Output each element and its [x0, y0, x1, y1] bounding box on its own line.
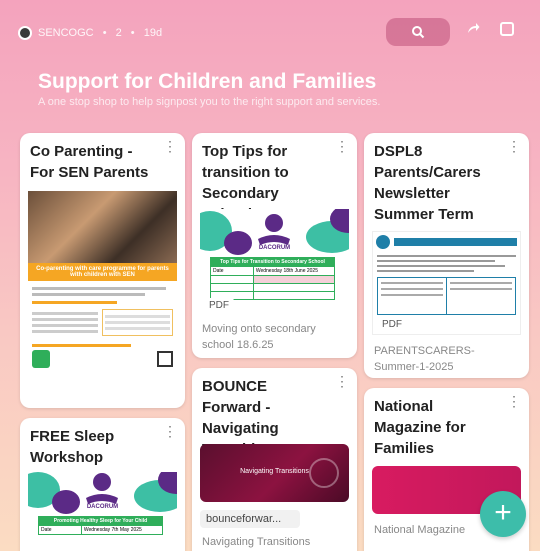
- page-title: Support for Children and Families: [38, 70, 377, 93]
- meta-dot: •: [130, 27, 135, 39]
- more-vertical-icon[interactable]: ⋮: [335, 374, 349, 388]
- card-thumbnail[interactable]: PDF: [372, 231, 521, 335]
- share-icon: [468, 23, 480, 33]
- post-card-top-tips[interactable]: Top Tips for transition to Secondary Sch…: [192, 133, 357, 358]
- card-title: National Magazine for Families: [374, 398, 466, 457]
- flyer-table: Promoting Healthy Sleep for Your Child D…: [38, 516, 163, 535]
- table-label: Date: [213, 268, 224, 274]
- more-vertical-icon[interactable]: ⋮: [163, 139, 177, 153]
- search-icon: [412, 26, 425, 39]
- card-thumbnail[interactable]: DACORUM Promoting Healthy Sleep for Your…: [28, 472, 177, 551]
- card-thumbnail[interactable]: Co-parenting with care programme for par…: [28, 191, 177, 402]
- card-caption: Moving onto secondary school 18.6.25: [202, 323, 316, 351]
- table-title: Promoting Healthy Sleep for Your Child: [39, 517, 162, 525]
- flyer-body: [28, 281, 177, 371]
- post-meta: SENCOGC • 2 • 19d: [38, 27, 168, 39]
- post-card-co-parenting[interactable]: Co Parenting - For SEN Parents ⋮ Co-pare…: [20, 133, 185, 408]
- edit-icon[interactable]: [500, 22, 514, 36]
- search-button[interactable]: [386, 18, 450, 46]
- table-value: Wednesday 7th May 2025: [80, 526, 162, 534]
- meta-dot: •: [102, 27, 107, 39]
- table-value: Wednesday 18th June 2025: [252, 267, 334, 275]
- newsletter-logo: [376, 235, 390, 249]
- post-card-dspl8[interactable]: DSPL8 Parents/Carers Newsletter Summer T…: [364, 133, 529, 378]
- pdf-badge: PDF: [204, 298, 234, 313]
- link-chip[interactable]: bounceforwar...: [200, 510, 300, 528]
- author-name[interactable]: SENCOGC: [38, 27, 94, 39]
- card-title: FREE Sleep Workshop: [30, 428, 115, 466]
- post-count: 2: [115, 27, 122, 39]
- banner: Co-parenting with care programme for par…: [28, 263, 177, 281]
- logo-text: DACORUM: [86, 504, 119, 510]
- top-bar: SENCOGC • 2 • 19d: [18, 18, 522, 46]
- logo-text: DACORUM: [258, 245, 291, 251]
- card-thumbnail[interactable]: DACORUM Top Tips for Transition to Secon…: [200, 209, 349, 315]
- more-vertical-icon[interactable]: ⋮: [163, 424, 177, 438]
- post-age: 19d: [143, 27, 163, 39]
- more-vertical-icon[interactable]: ⋮: [507, 139, 521, 153]
- table-label: Date: [41, 527, 52, 533]
- post-card-sleep-workshop[interactable]: FREE Sleep Workshop ⋮ DACORUM Promoting …: [20, 418, 185, 551]
- card-thumbnail[interactable]: Navigating Transitions: [200, 444, 349, 502]
- card-caption: Navigating Transitions: [202, 536, 311, 548]
- page-subtitle: A one stop shop to help signpost you to …: [38, 96, 381, 108]
- more-vertical-icon[interactable]: ⋮: [335, 139, 349, 153]
- card-title: DSPL8 Parents/Carers Newsletter Summer T…: [374, 143, 481, 223]
- flyer-table: Top Tips for Transition to Secondary Sch…: [210, 257, 335, 300]
- table-title: Top Tips for Transition to Secondary Sch…: [211, 258, 334, 266]
- pdf-badge: PDF: [377, 317, 407, 332]
- family-photo: [28, 191, 177, 263]
- share-button[interactable]: [466, 22, 480, 39]
- card-caption: PARENTSCARERS-Summer-1-2025: [374, 345, 475, 373]
- avatar[interactable]: [18, 26, 32, 40]
- more-vertical-icon[interactable]: ⋮: [507, 394, 521, 408]
- add-post-button[interactable]: +: [480, 491, 526, 537]
- plus-icon: +: [494, 496, 512, 529]
- card-title: Co Parenting - For SEN Parents: [30, 143, 149, 181]
- post-card-bounce-forward[interactable]: BOUNCE Forward - Navigating Transitions …: [192, 368, 357, 551]
